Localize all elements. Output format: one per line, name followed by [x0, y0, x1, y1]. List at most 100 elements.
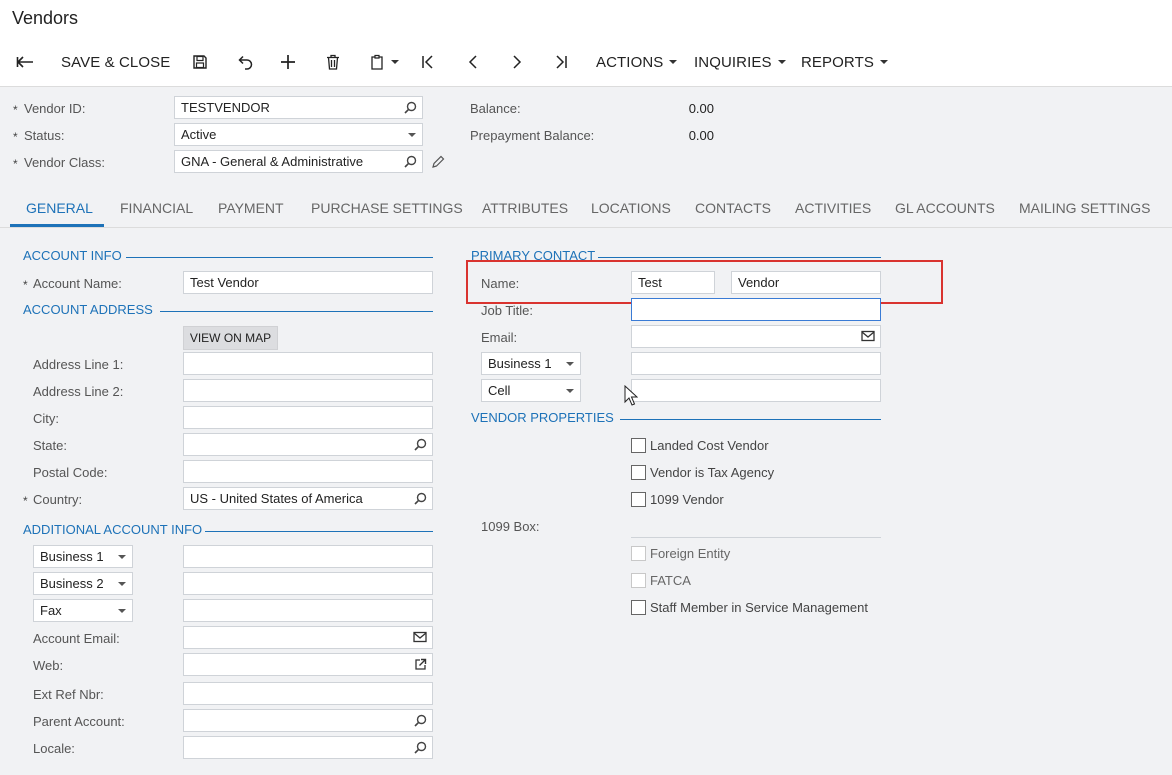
pencil-icon[interactable] — [431, 155, 445, 169]
last-record-button[interactable] — [553, 50, 569, 74]
save-icon — [193, 55, 207, 69]
phone1-field[interactable] — [183, 545, 433, 568]
additional-account-info-heading: ADDITIONAL ACCOUNT INFO — [23, 522, 203, 537]
envelope-icon[interactable] — [861, 330, 875, 342]
view-on-map-button[interactable]: VIEW ON MAP — [183, 326, 278, 350]
next-record-button[interactable] — [509, 50, 525, 74]
search-icon[interactable] — [414, 438, 427, 451]
landed-cost-vendor-label: Landed Cost Vendor — [650, 438, 769, 453]
arrow-left-icon — [16, 56, 33, 68]
tab-general[interactable]: GENERAL — [26, 200, 93, 216]
vendor-1099-checkbox[interactable] — [631, 492, 646, 507]
contact-email-label: Email: — [481, 330, 518, 345]
reports-menu[interactable]: REPORTS — [801, 50, 888, 74]
contact-phone2-field[interactable] — [631, 379, 881, 402]
account-info-heading: ACCOUNT INFO — [23, 248, 122, 263]
inquiries-label: INQUIRIES — [694, 53, 772, 71]
foreign-entity-checkbox[interactable] — [631, 546, 646, 561]
inquiries-menu[interactable]: INQUIRIES — [694, 50, 786, 74]
search-icon[interactable] — [404, 101, 417, 114]
external-link-icon[interactable] — [414, 658, 427, 671]
section-divider — [620, 419, 881, 420]
contact-email-field[interactable] — [631, 325, 881, 348]
contact-phone1-type-select[interactable]: Business 1 — [481, 352, 581, 375]
city-label: City: — [33, 411, 59, 426]
landed-cost-vendor-checkbox[interactable] — [631, 438, 646, 453]
staff-member-checkbox[interactable] — [631, 600, 646, 615]
clipboard-menu-button[interactable] — [369, 50, 399, 74]
vendor-class-label: Vendor Class: — [24, 155, 105, 170]
account-email-field[interactable] — [183, 626, 433, 649]
contact-phone1-field[interactable] — [631, 352, 881, 375]
tax-agency-checkbox[interactable] — [631, 465, 646, 480]
tab-gl-accounts[interactable]: GL ACCOUNTS — [895, 200, 995, 216]
account-name-value: Test Vendor — [190, 275, 259, 290]
phone2-field[interactable] — [183, 572, 433, 595]
undo-icon — [238, 55, 253, 70]
state-field[interactable] — [183, 433, 433, 456]
save-button[interactable] — [192, 50, 208, 74]
fax-type-select[interactable]: Fax — [33, 599, 133, 622]
undo-button[interactable] — [236, 50, 254, 74]
address-line-2-field[interactable] — [183, 379, 433, 402]
save-close-button[interactable]: SAVE & CLOSE — [61, 50, 170, 74]
status-select[interactable]: Active — [174, 123, 423, 146]
tab-attributes[interactable]: ATTRIBUTES — [482, 200, 568, 216]
box-1099-field — [631, 537, 881, 538]
tab-locations[interactable]: LOCATIONS — [591, 200, 671, 216]
locale-label: Locale: — [33, 741, 75, 756]
section-divider — [205, 531, 433, 532]
chevron-right-icon — [513, 55, 522, 69]
search-icon[interactable] — [414, 714, 427, 727]
delete-button[interactable] — [325, 50, 341, 74]
phone2-type-value: Business 2 — [40, 576, 104, 591]
add-button[interactable] — [280, 50, 296, 74]
search-icon[interactable] — [414, 492, 427, 505]
tab-mailing-settings[interactable]: MAILING SETTINGS — [1019, 200, 1150, 216]
locale-field[interactable] — [183, 736, 433, 759]
trash-icon — [327, 54, 339, 70]
required-mark: * — [13, 103, 18, 117]
parent-account-field[interactable] — [183, 709, 433, 732]
chevron-down-icon — [408, 133, 416, 137]
address-line-1-field[interactable] — [183, 352, 433, 375]
chevron-down-icon — [566, 362, 574, 366]
fax-field[interactable] — [183, 599, 433, 622]
postal-code-field[interactable] — [183, 460, 433, 483]
vendor-properties-heading: VENDOR PROPERTIES — [471, 410, 614, 425]
status-label: Status: — [24, 128, 65, 143]
tab-purchase-settings[interactable]: PURCHASE SETTINGS — [311, 200, 463, 216]
search-icon[interactable] — [414, 741, 427, 754]
chevron-down-icon — [118, 582, 126, 586]
job-title-field[interactable] — [631, 298, 881, 321]
actions-menu[interactable]: ACTIONS — [596, 50, 678, 74]
country-label: Country: — [33, 492, 83, 507]
chevron-down-icon — [669, 60, 678, 64]
address-line-1-label: Address Line 1: — [33, 357, 124, 372]
country-field[interactable]: US - United States of America — [183, 487, 433, 510]
previous-record-button[interactable] — [465, 50, 481, 74]
envelope-icon[interactable] — [413, 631, 427, 643]
tab-contacts[interactable]: CONTACTS — [695, 200, 771, 216]
first-record-button[interactable] — [420, 50, 436, 74]
phone2-type-select[interactable]: Business 2 — [33, 572, 133, 595]
chevron-down-icon — [391, 60, 399, 64]
vendor-class-field[interactable]: GNA - General & Administrative — [174, 150, 423, 173]
clipboard-icon — [371, 54, 383, 70]
account-name-field[interactable]: Test Vendor — [183, 271, 433, 294]
parent-account-label: Parent Account: — [33, 714, 125, 729]
chevron-down-icon — [777, 60, 786, 64]
tab-activities[interactable]: ACTIVITIES — [795, 200, 871, 216]
phone1-type-select[interactable]: Business 1 — [33, 545, 133, 568]
search-icon[interactable] — [404, 155, 417, 168]
back-button[interactable] — [16, 50, 34, 74]
ext-ref-nbr-field[interactable] — [183, 682, 433, 705]
contact-phone2-type-select[interactable]: Cell — [481, 379, 581, 402]
last-icon — [556, 55, 567, 69]
web-field[interactable] — [183, 653, 433, 676]
tab-payment[interactable]: PAYMENT — [218, 200, 284, 216]
vendor-id-field[interactable]: TESTVENDOR — [174, 96, 423, 119]
fatca-checkbox[interactable] — [631, 573, 646, 588]
tab-financial[interactable]: FINANCIAL — [120, 200, 193, 216]
city-field[interactable] — [183, 406, 433, 429]
